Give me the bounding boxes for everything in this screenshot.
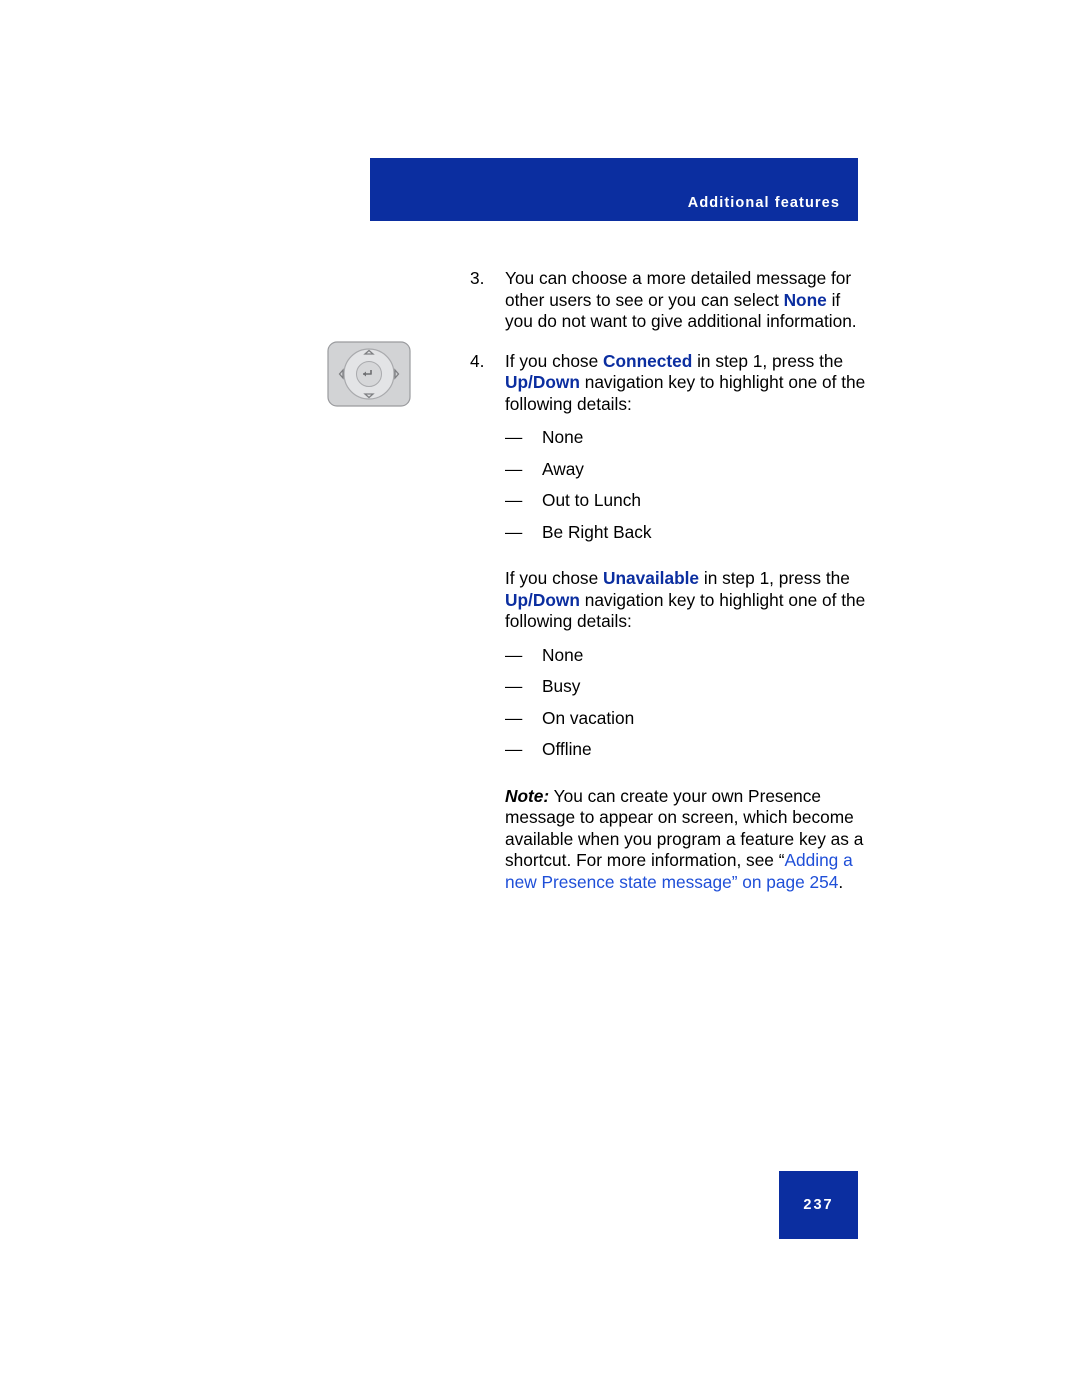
dash-bullet: —	[505, 490, 523, 510]
unavailable-details-list: — None — Busy — On vacation — Offline	[470, 640, 870, 766]
page-content: 3. You can choose a more detailed messag…	[470, 268, 870, 893]
list-item-label: Offline	[542, 739, 592, 759]
step4-text-2: in step 1, press the	[692, 350, 844, 371]
dash-bullet: —	[505, 644, 523, 665]
document-page: Additional features 3. You can choose a …	[0, 0, 1080, 1397]
unavailable-text-2: in step 1, press the	[699, 568, 850, 588]
list-item: — None	[505, 422, 870, 454]
dash-bullet: —	[505, 739, 523, 759]
list-item: — Be Right Back	[505, 517, 870, 549]
list-item: — On vacation	[505, 703, 870, 735]
step-item-3: 3. You can choose a more detailed messag…	[470, 268, 870, 333]
step4-text-1: If you chose	[505, 350, 603, 371]
page-header-title: Additional features	[687, 195, 840, 211]
unavailable-text-1: If you chose	[505, 568, 603, 588]
step-number: 4.	[470, 350, 485, 371]
note-text-2: .	[838, 871, 844, 892]
list-item-label: On vacation	[542, 707, 635, 728]
step4-keyword-down: Down	[532, 372, 580, 392]
step-text: You can choose a more detailed message f…	[505, 268, 870, 333]
page-number-badge: 237	[779, 1171, 858, 1239]
list-item: — None	[505, 640, 870, 672]
list-item: — Away	[505, 454, 870, 486]
list-item-label: Away	[542, 458, 584, 479]
step-item-4: 4. If you chose Connected in step 1, pre…	[470, 351, 870, 416]
dash-bullet: —	[505, 676, 523, 696]
list-item-label: None	[542, 644, 584, 665]
list-item: — Offline	[505, 734, 870, 766]
connected-details-list: — None — Away — Out to Lunch — Be Right Back	[470, 422, 870, 548]
unavailable-paragraph: If you chose Unavailable in step 1, pres…	[505, 568, 870, 633]
note-label: Note:	[505, 785, 550, 806]
step4-keyword-up: Up	[505, 372, 529, 392]
unavailable-keyword-down: Down	[532, 589, 580, 610]
navigation-cluster-icon	[327, 341, 411, 407]
dash-bullet: —	[505, 427, 523, 447]
list-item: — Out to Lunch	[505, 485, 870, 517]
list-item-label: Out to Lunch	[542, 490, 641, 510]
list-item-label: Be Right Back	[542, 521, 652, 542]
note-paragraph: Note: You can create your own Presence m…	[505, 786, 870, 894]
list-item: — Busy	[505, 671, 870, 703]
dash-bullet: —	[505, 458, 523, 479]
unavailable-keyword-up: Up	[505, 589, 529, 610]
dash-bullet: —	[505, 521, 523, 542]
step3-keyword-none: None	[783, 289, 827, 310]
dash-bullet: —	[505, 707, 523, 728]
list-item-label: Busy	[542, 676, 581, 696]
page-header-bar: Additional features	[370, 158, 858, 221]
list-item-label: None	[542, 427, 584, 447]
unavailable-keyword: Unavailable	[602, 568, 700, 588]
step4-keyword-connected: Connected	[602, 350, 693, 371]
page-number-label: 237	[803, 1197, 834, 1213]
step-text: If you chose Connected in step 1, press …	[505, 351, 870, 416]
step-number: 3.	[470, 268, 485, 288]
